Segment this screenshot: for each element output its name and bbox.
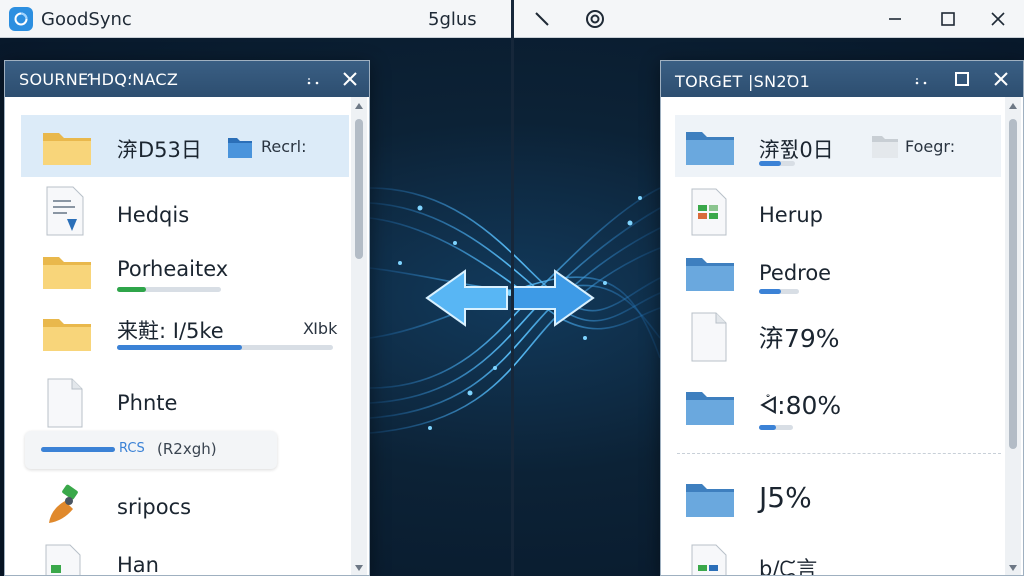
item-name: Herup [759, 203, 823, 227]
sync-status-toast: RCS (R2xgh) [25, 431, 277, 469]
usb-drive-icon [43, 483, 85, 531]
target-list-item[interactable]: Herup [675, 181, 1001, 243]
item-name: 㳰쮨0⽇ [759, 138, 834, 162]
more-options-icon[interactable] [301, 67, 325, 91]
scroll-up-icon[interactable] [355, 103, 363, 109]
window-divider [511, 0, 514, 576]
item-progress-bar [117, 287, 221, 292]
blue-folder-icon [227, 135, 253, 163]
panel-maximize-icon[interactable] [950, 67, 974, 91]
item-name: Phnte [117, 391, 178, 415]
source-list-item[interactable]: Porheaitex [21, 239, 349, 301]
blank-document-icon [689, 311, 729, 367]
folder-icon [41, 313, 93, 357]
item-progress-fill [759, 161, 781, 166]
target-list-item[interactable]: 㳰79% [675, 305, 1001, 367]
item-name: Han [117, 553, 159, 576]
spreadsheet-icon [689, 187, 729, 241]
item-name: 㳰D53⽇ [117, 138, 202, 162]
target-panel: TORGET |SN2Ꝺ1 㳰쮨0⽇ Foegr: Herup Pedroe 㳰… [660, 60, 1024, 576]
panel-close-icon[interactable] [338, 67, 362, 91]
blank-document-icon [45, 377, 85, 433]
status-text: (R2xgh) [157, 440, 217, 458]
scroll-up-icon[interactable] [1009, 103, 1017, 109]
item-name: b/ᙅ⾔ [759, 557, 818, 576]
sync-line-icon[interactable] [527, 4, 557, 34]
app-title: GoodSync [41, 9, 132, 30]
target-list-item[interactable]: 㳰쮨0⽇ Foegr: [675, 115, 1001, 177]
status-progress-fill [41, 447, 115, 452]
item-progress-bar [117, 345, 333, 350]
item-progress-bar [759, 289, 799, 294]
bidirectional-sync-arrows-icon[interactable] [425, 263, 595, 337]
folder-icon [41, 251, 93, 295]
item-name: J5% [759, 481, 812, 514]
folder-icon [41, 127, 93, 171]
status-label: RCS [119, 441, 145, 456]
item-name: Porheaitex [117, 257, 229, 281]
item-name: sripocs [117, 495, 192, 519]
target-panel-header: TORGET |SN2Ꝺ1 [661, 61, 1023, 97]
item-badge-text: Foegr: [905, 137, 956, 156]
item-progress-bar [759, 161, 795, 166]
target-list-item[interactable]: b/ᙅ⾔ [675, 537, 1001, 576]
target-list-item[interactable]: J5% [675, 467, 1001, 529]
source-scrollbar[interactable] [351, 97, 367, 575]
close-icon[interactable] [983, 4, 1013, 34]
scroll-down-icon[interactable] [1009, 565, 1017, 571]
goodsync-logo-icon [9, 7, 33, 31]
document-icon [43, 185, 89, 241]
item-progress-bar [759, 425, 793, 430]
maximize-icon[interactable] [933, 4, 963, 34]
more-options-icon[interactable] [909, 67, 933, 91]
source-list-item[interactable]: Phnte [21, 371, 349, 433]
item-name: Hedqis [117, 203, 190, 227]
minimize-icon[interactable] [880, 4, 910, 34]
list-separator [677, 453, 1001, 454]
blue-folder-icon [685, 253, 735, 297]
item-badge-text: Recrl: [261, 137, 307, 156]
item-name: 来黈: I/5ke [117, 319, 224, 343]
item-name: Pedroe [759, 261, 832, 285]
scroll-thumb[interactable] [355, 119, 363, 259]
item-name: 㳰79% [759, 324, 840, 353]
source-list-item[interactable]: 㳰D53⽇ Recrl: [21, 115, 349, 177]
item-progress-fill [117, 287, 147, 292]
target-scrollbar[interactable] [1005, 97, 1021, 575]
status-progress-bar [41, 447, 115, 452]
target-panel-title: TORGET |SN2Ꝺ1 [675, 72, 811, 91]
scroll-thumb[interactable] [1009, 119, 1017, 449]
blue-folder-icon [685, 127, 735, 171]
target-list-item[interactable]: ᢱ:80% [675, 375, 1001, 437]
panel-close-icon[interactable] [989, 67, 1013, 91]
document-icon [43, 543, 83, 575]
item-progress-fill [759, 289, 781, 294]
item-progress-fill [117, 345, 243, 350]
target-icon[interactable] [580, 4, 610, 34]
gray-folder-icon [871, 133, 899, 163]
menu-label[interactable]: 5glus [428, 9, 477, 30]
blue-folder-icon [685, 387, 735, 431]
scroll-down-icon[interactable] [355, 565, 363, 571]
source-list-item[interactable]: sripocs [21, 475, 349, 537]
target-list-item[interactable]: Pedroe [675, 241, 1001, 303]
source-list-item[interactable]: 来黈: I/5ke Ⅺbk [21, 299, 349, 361]
item-name: ᢱ:80% [759, 391, 842, 420]
item-progress-fill [759, 425, 776, 430]
spreadsheet-icon [689, 543, 729, 575]
blue-folder-icon [685, 479, 735, 523]
source-panel: SOURNEꞪDQ؛NACZ 㳰D53⽇ Recrl: Hedqis Porhe… [4, 60, 370, 576]
item-aux-text: Ⅺbk [303, 319, 338, 338]
source-panel-title: SOURNEꞪDQ؛NACZ [19, 70, 179, 89]
source-panel-header: SOURNEꞪDQ؛NACZ [5, 61, 369, 97]
source-list-item[interactable]: Hedqis [21, 179, 349, 241]
source-list-item[interactable]: Han [21, 537, 349, 576]
